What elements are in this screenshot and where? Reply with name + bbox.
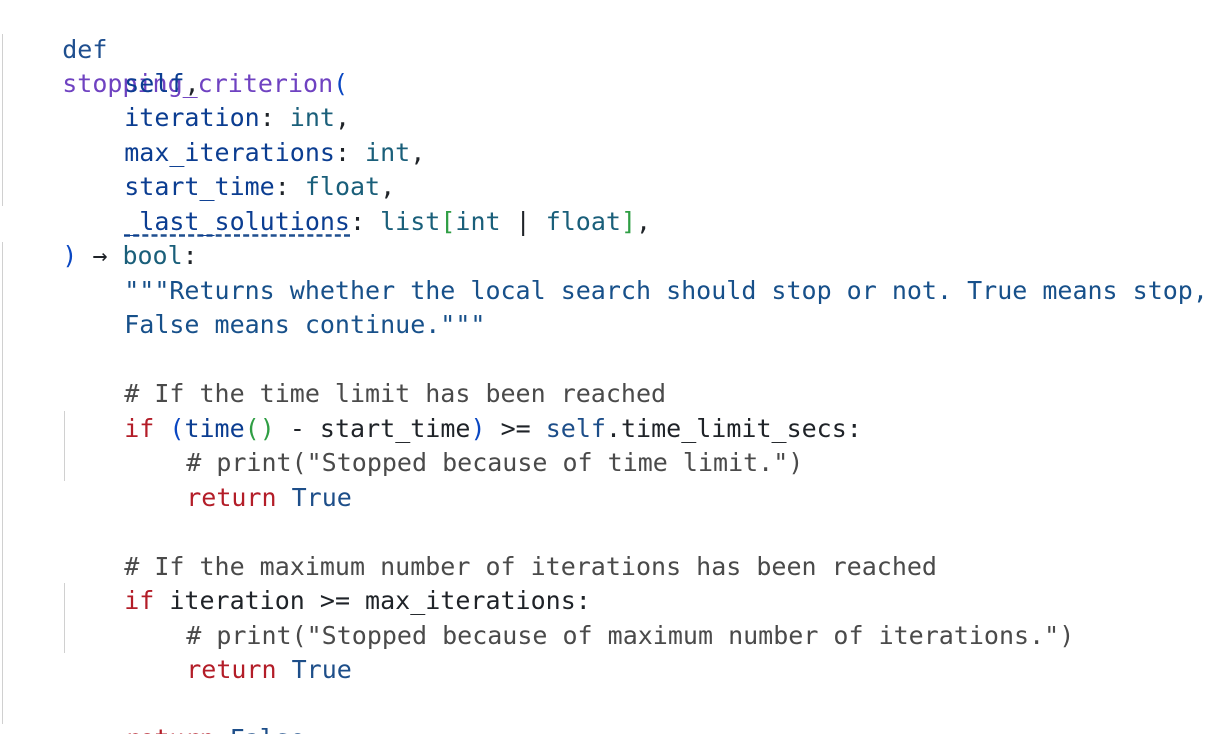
code-line-18: # print("Stopped because of maximum numb… bbox=[126, 584, 1074, 650]
code-line-1: def stopping_criterion( bbox=[2, 0, 348, 99]
code-line-16: # If the maximum number of iterations ha… bbox=[64, 515, 937, 581]
code-line-9: False means continue.""" bbox=[64, 273, 485, 339]
docstring-line-2: False means continue.""" bbox=[124, 309, 486, 339]
code-line-11: # If the time limit has been reached bbox=[64, 342, 666, 408]
code-line-13: # print("Stopped because of time limit."… bbox=[126, 411, 803, 477]
code-line-14: return True bbox=[126, 446, 352, 512]
indent-guide-body bbox=[2, 242, 3, 724]
code-editor[interactable]: def stopping_criterion( self, iteration:… bbox=[0, 0, 1214, 734]
code-line-3: iteration: int, bbox=[124, 102, 351, 132]
union-pipe: | bbox=[500, 206, 546, 236]
return-keyword: return bbox=[186, 654, 277, 684]
return-keyword: return bbox=[124, 724, 214, 734]
code-line-5: start_time: float, bbox=[124, 171, 396, 201]
true-constant: True bbox=[291, 654, 352, 684]
bracket-close: ] bbox=[620, 206, 637, 236]
code-line-6: _last_solutions: list[int | float], bbox=[124, 206, 652, 236]
bracket-open: [ bbox=[440, 206, 456, 236]
type-list: list bbox=[380, 206, 441, 236]
code-line-7: ) → bool: bbox=[62, 240, 198, 270]
code-line-8: """Returns whether the local search shou… bbox=[64, 239, 1208, 305]
type-int: int bbox=[455, 206, 501, 236]
code-line-21: return False bbox=[64, 687, 305, 734]
return-keyword: return bbox=[186, 482, 277, 512]
code-line-4: max_iterations: int, bbox=[124, 137, 426, 167]
code-line-19: return True bbox=[126, 618, 352, 684]
true-constant: True bbox=[291, 482, 352, 512]
type-float: float bbox=[545, 206, 621, 236]
false-constant: False bbox=[230, 724, 305, 734]
code-line-2: self, bbox=[64, 32, 199, 98]
code-line-17: if iteration >= max_iterations: bbox=[64, 549, 591, 615]
code-line-12: if (time() - start_time) >= self.time_li… bbox=[124, 413, 862, 443]
